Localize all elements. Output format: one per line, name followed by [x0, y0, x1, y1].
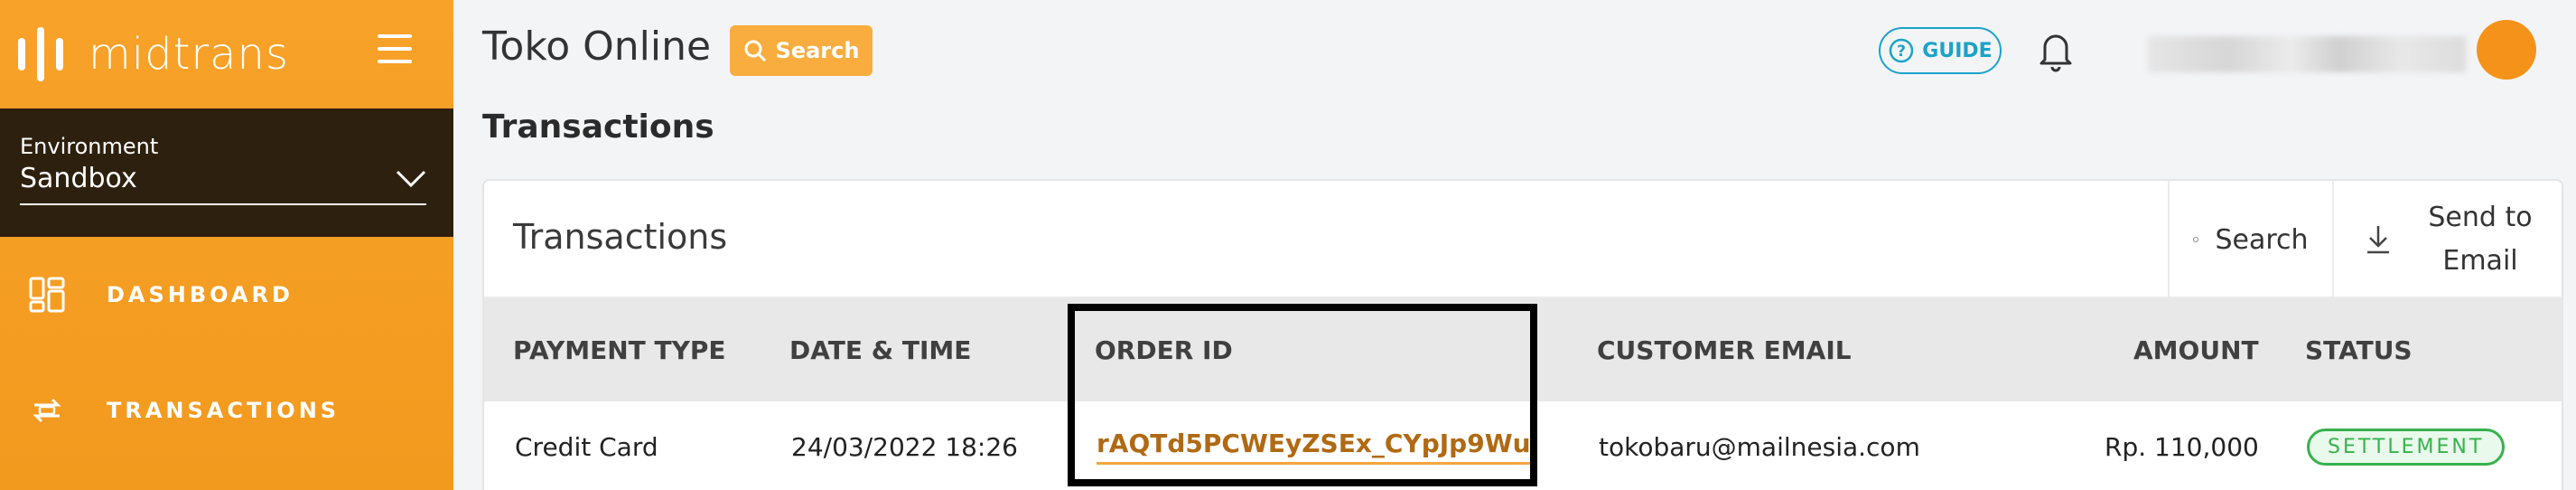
search-icon: [744, 40, 766, 62]
midtrans-logo-icon: [18, 27, 63, 81]
column-header-payment-type[interactable]: PAYMENT TYPE: [513, 298, 726, 401]
cell-order-id: rAQTd5PCWEyZSEx_CYpJp9Wu: [1097, 401, 1531, 490]
send-to-email-line2: Email: [2442, 245, 2518, 277]
guide-button[interactable]: ? GUIDE: [1879, 27, 2002, 74]
page-title: Transactions: [482, 108, 714, 146]
column-header-customer-email[interactable]: CUSTOMER EMAIL: [1597, 298, 1852, 401]
search-icon: [2193, 237, 2199, 242]
sidebar-item-label: TRANSACTIONS: [107, 398, 341, 423]
sidebar: midtrans Environment Sandbox DASHBOARD T…: [0, 0, 453, 490]
card-search-label: Search: [2215, 223, 2309, 256]
card-search-button[interactable]: Search: [2168, 181, 2332, 298]
environment-dropdown[interactable]: Sandbox: [20, 163, 426, 205]
brand-name: midtrans: [89, 29, 289, 80]
order-id-link[interactable]: rAQTd5PCWEyZSEx_CYpJp9Wu: [1097, 429, 1531, 465]
avatar[interactable]: [2477, 20, 2536, 80]
cell-amount: Rp. 110,000: [2105, 431, 2259, 462]
environment-value: Sandbox: [20, 163, 137, 194]
bell-icon[interactable]: [2036, 27, 2076, 72]
send-to-email-button[interactable]: Send to Email: [2332, 181, 2562, 298]
cell-date-time: 24/03/2022 18:26: [791, 431, 1018, 462]
app-root: midtrans Environment Sandbox DASHBOARD T…: [0, 0, 2576, 490]
environment-selector: Environment Sandbox: [0, 108, 453, 237]
download-icon: [2367, 226, 2389, 254]
status-badge: SETTLEMENT: [2307, 428, 2506, 466]
cell-status: SETTLEMENT: [2307, 401, 2506, 490]
header-search-label: Search: [775, 38, 860, 63]
header-search-button[interactable]: Search: [730, 25, 873, 76]
send-to-email-line1: Send to: [2428, 202, 2533, 233]
send-to-email-label: Send to Email: [2417, 196, 2543, 283]
transactions-card: Transactions Search Send to Email PAYMEN…: [482, 179, 2563, 490]
sidebar-item-transactions[interactable]: TRANSACTIONS: [0, 365, 453, 456]
table-header: PAYMENT TYPE DATE & TIME ORDER ID CUSTOM…: [484, 298, 2562, 401]
sidebar-item-label: DASHBOARD: [107, 282, 294, 307]
top-header: Toko Online Search ? GUIDE: [453, 0, 2576, 101]
cell-customer-email: tokobaru@mailnesia.com: [1599, 431, 1920, 462]
environment-label: Environment: [20, 134, 159, 159]
column-header-status[interactable]: STATUS: [2305, 298, 2413, 401]
column-header-amount[interactable]: AMOUNT: [2133, 298, 2259, 401]
chevron-down-icon: [396, 170, 426, 187]
column-header-order-id[interactable]: ORDER ID: [1095, 298, 1233, 401]
help-icon: ?: [1890, 38, 1914, 63]
sidebar-item-dashboard[interactable]: DASHBOARD: [0, 250, 453, 340]
hamburger-icon[interactable]: [378, 34, 412, 65]
svg-text:?: ?: [1897, 42, 1906, 61]
cell-payment-type: Credit Card: [515, 431, 658, 462]
user-name-blurred: [2148, 36, 2466, 72]
card-header: Transactions Search Send to Email: [484, 181, 2562, 298]
brand[interactable]: midtrans: [0, 0, 453, 108]
card-title: Transactions: [513, 217, 728, 257]
transactions-icon: [33, 398, 61, 423]
dashboard-icon: [29, 277, 65, 313]
table-row[interactable]: Credit Card 24/03/2022 18:26 rAQTd5PCWEy…: [484, 401, 2562, 490]
guide-label: GUIDE: [1922, 39, 1993, 62]
store-name: Toko Online: [482, 24, 712, 70]
column-header-date-time[interactable]: DATE & TIME: [789, 298, 971, 401]
